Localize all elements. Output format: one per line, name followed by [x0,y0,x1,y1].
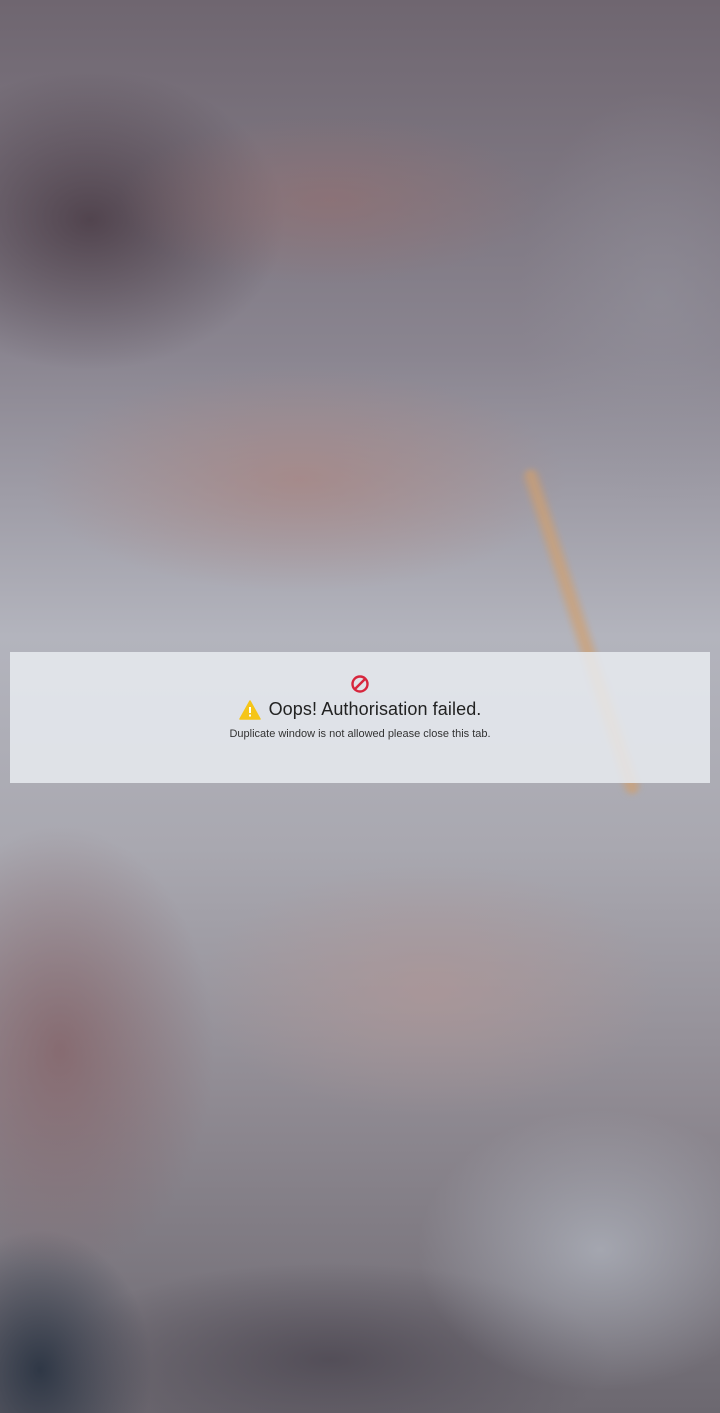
error-title: Oops! Authorisation failed. [268,699,482,719]
error-title-row: Oops! Authorisation failed. [10,699,710,720]
warning-icon [238,699,261,720]
no-entry-icon [351,675,369,693]
page: Oops! Authorisation failed. Duplicate wi… [0,0,720,1413]
error-message: Duplicate window is not allowed please c… [229,728,491,740]
error-banner: Oops! Authorisation failed. Duplicate wi… [10,652,710,783]
